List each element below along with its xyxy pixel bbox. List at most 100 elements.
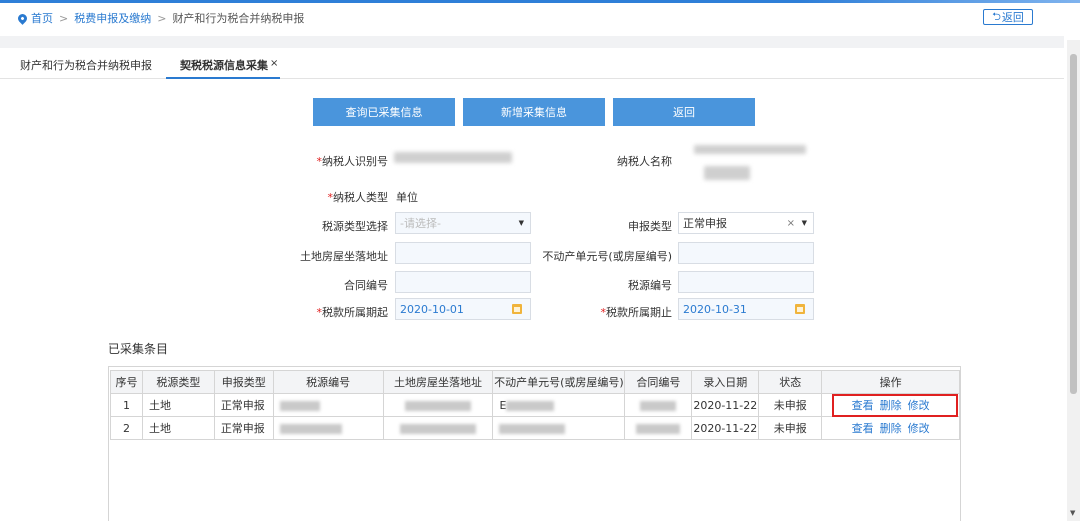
declare-type-label: 申报类型	[628, 220, 672, 233]
redacted-cell	[279, 423, 342, 434]
redacted-taxpayer-name	[694, 145, 806, 154]
row-status: 未申报	[758, 416, 823, 440]
row-source-type: 土地	[141, 393, 215, 417]
row-property-no: E	[492, 393, 626, 417]
calendar-icon[interactable]	[512, 304, 522, 314]
view-link[interactable]: 查看	[852, 422, 874, 435]
row-date: 2020-11-22	[691, 416, 760, 440]
source-no-label: 税源编号	[628, 279, 672, 292]
delete-link[interactable]: 删除	[880, 422, 902, 435]
taxpayer-type-value: 单位	[396, 191, 418, 204]
period-start-label: *税款所属期起	[316, 306, 389, 319]
col-header: 申报类型	[213, 370, 274, 394]
scroll-down-icon[interactable]: ▼	[1070, 509, 1075, 517]
redacted-cell	[400, 423, 476, 434]
taxpayer-id-label: *纳税人识别号	[316, 155, 389, 168]
redacted-cell	[636, 423, 681, 434]
row-declare-type: 正常申报	[213, 416, 274, 440]
row-ops: 查看 删除 修改	[821, 416, 960, 440]
source-type-select[interactable]: -请选择- ▼	[395, 212, 531, 234]
edit-link[interactable]: 修改	[908, 422, 930, 435]
breadcrumb-home[interactable]: 首页	[31, 10, 53, 26]
breadcrumb-current: 财产和行为税合并纳税申报	[172, 12, 305, 25]
row-property-no	[492, 416, 626, 440]
declare-type-value: 正常申报	[683, 217, 727, 230]
row-date: 2020-11-22	[691, 393, 760, 417]
page-scrollbar[interactable]: ▼	[1067, 40, 1080, 521]
redacted-cell	[499, 423, 566, 434]
row-status: 未申报	[758, 393, 823, 417]
row-address	[382, 416, 494, 440]
clear-selection-icon[interactable]: ×	[787, 218, 795, 229]
source-type-label: 税源类型选择	[322, 220, 388, 233]
row-contract-no	[624, 416, 693, 440]
contract-no-label: 合同编号	[344, 279, 388, 292]
tab-deed-tax-label: 契税税源信息采集	[180, 59, 268, 72]
row-source-no	[272, 393, 384, 417]
period-start-value: 2020-10-01	[400, 302, 464, 316]
breadcrumb-separator-icon: >	[59, 11, 69, 25]
tab-deed-tax-collection[interactable]: 契税税源信息采集 ×	[180, 57, 278, 73]
highlight-box	[832, 394, 958, 417]
address-input[interactable]	[395, 242, 531, 264]
col-header: 录入日期	[691, 370, 760, 394]
col-header: 不动产单元号(或房屋编号)	[492, 370, 626, 394]
redacted-cell	[405, 400, 471, 411]
return-button[interactable]: 返回	[613, 98, 755, 126]
source-type-placeholder: -请选择-	[400, 217, 441, 230]
col-header: 土地房屋坐落地址	[382, 370, 494, 394]
col-header: 合同编号	[624, 370, 693, 394]
top-accent-gradient	[800, 0, 1080, 3]
tab-bar: 财产和行为税合并纳税申报 契税税源信息采集 ×	[0, 48, 1064, 79]
top-back-button[interactable]: ⮌ 返回	[983, 9, 1033, 25]
dropdown-caret-icon: ▼	[801, 219, 807, 227]
source-no-input[interactable]	[678, 271, 814, 293]
row-address	[382, 393, 494, 417]
breadcrumb-separator-icon: >	[157, 11, 167, 25]
property-no-input[interactable]	[678, 242, 814, 264]
header-divider	[0, 36, 1064, 48]
location-pin-icon	[16, 11, 29, 25]
row-source-type: 土地	[141, 416, 215, 440]
redacted-taxpayer-name-2	[704, 166, 750, 180]
taxpayer-name-label: 纳税人名称	[617, 155, 672, 168]
row-contract-no	[624, 393, 693, 417]
col-header: 序号	[110, 370, 143, 394]
collected-items-title: 已采集条目	[108, 342, 169, 356]
tab-combined-declaration[interactable]: 财产和行为税合并纳税申报	[20, 57, 152, 73]
redacted-cell	[506, 400, 555, 411]
period-end-value: 2020-10-31	[683, 302, 747, 316]
return-arrow-icon: ⮌	[992, 9, 1001, 23]
calendar-icon[interactable]	[795, 304, 805, 314]
query-collected-button[interactable]: 查询已采集信息	[313, 98, 455, 126]
col-header: 状态	[758, 370, 823, 394]
active-tab-underline	[166, 77, 280, 79]
row-no: 1	[110, 393, 143, 417]
period-start-input[interactable]: 2020-10-01	[395, 298, 531, 320]
col-header: 税源类型	[141, 370, 215, 394]
redacted-cell	[640, 400, 677, 411]
address-label: 土地房屋坐落地址	[300, 250, 388, 263]
dropdown-caret-icon: ▼	[518, 219, 524, 227]
table-row: 2 土地 正常申报 2020-11-22 未申报 查看 删除 修改	[110, 416, 960, 440]
collected-table-container: 序号 税源类型 申报类型 税源编号 土地房屋坐落地址 不动产单元号(或房屋编号)…	[108, 366, 961, 521]
period-end-input[interactable]: 2020-10-31	[678, 298, 814, 320]
redacted-taxpayer-id	[394, 152, 512, 163]
close-tab-icon[interactable]: ×	[270, 58, 278, 69]
scrollbar-thumb[interactable]	[1070, 54, 1077, 394]
breadcrumb: 首页 > 税费申报及缴纳 > 财产和行为税合并纳税申报	[16, 10, 305, 26]
breadcrumb-tax-filing[interactable]: 税费申报及缴纳	[74, 10, 151, 26]
col-header: 税源编号	[272, 370, 384, 394]
row-declare-type: 正常申报	[213, 393, 274, 417]
property-no-label: 不动产单元号(或房屋编号)	[542, 250, 672, 263]
redacted-cell	[279, 400, 320, 411]
top-back-label: 返回	[1001, 11, 1024, 24]
taxpayer-type-label: *纳税人类型	[327, 191, 389, 204]
period-end-label: *税款所属期止	[600, 306, 673, 319]
col-header: 操作	[821, 370, 960, 394]
table-header-row: 序号 税源类型 申报类型 税源编号 土地房屋坐落地址 不动产单元号(或房屋编号)…	[110, 370, 960, 394]
contract-no-input[interactable]	[395, 271, 531, 293]
add-collection-button[interactable]: 新增采集信息	[463, 98, 605, 126]
declare-type-select[interactable]: 正常申报 × ▼	[678, 212, 814, 234]
row-no: 2	[110, 416, 143, 440]
